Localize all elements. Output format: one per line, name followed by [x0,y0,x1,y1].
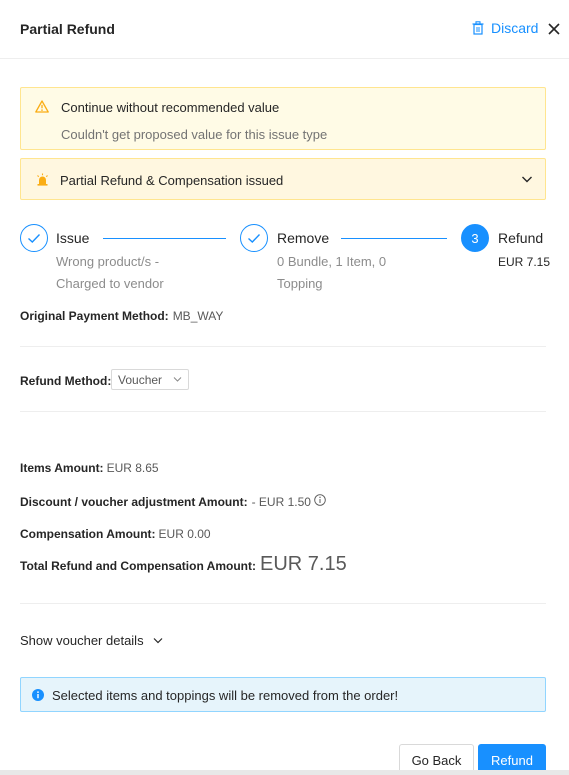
info-alert: Selected items and toppings will be remo… [20,677,546,712]
step-issue-desc: Wrong product/s - Charged to vendor [56,251,164,295]
items-amount-label: Items Amount: [20,461,104,475]
refund-method-select[interactable]: Voucher [111,369,189,390]
total-amount-row: Total Refund and Compensation Amount: EU… [20,553,347,576]
divider [20,603,546,604]
payment-method-label: Original Payment Method: [20,309,169,323]
chevron-down-icon [173,377,182,382]
refund-method-label: Refund Method: [20,374,112,388]
modal-title: Partial Refund [20,21,115,37]
check-icon [248,233,261,243]
discard-button[interactable]: Discard [472,20,538,36]
refund-method-selected: Voucher [118,372,163,387]
compensation-amount-label: Compensation Amount: [20,527,156,541]
items-amount-row: Items Amount: EUR 8.65 [20,461,159,475]
discount-amount-row: Discount / voucher adjustment Amount: - … [20,494,326,509]
step-remove-desc-line2: Topping [277,276,323,291]
warning-subtitle: Couldn't get proposed value for this iss… [61,127,328,142]
info-circle-icon [32,689,44,701]
step-issue-desc-line1: Wrong product/s - [56,254,160,269]
voucher-toggle-label: Show voucher details [20,633,144,648]
step-refund-number: 3 [461,224,489,252]
compensation-title: Partial Refund & Compensation issued [60,173,284,188]
compensation-issued-panel[interactable]: Partial Refund & Compensation issued [20,158,546,200]
show-voucher-details-toggle[interactable]: Show voucher details [20,633,163,648]
step-issue-check [20,224,48,252]
check-icon [28,233,41,243]
step-remove-check [240,224,268,252]
info-message: Selected items and toppings will be remo… [52,688,399,703]
step-remove-desc: 0 Bundle, 1 Item, 0 Topping [277,251,386,295]
items-amount-value: EUR 8.65 [106,461,159,475]
step-issue-desc-line2: Charged to vendor [56,276,164,291]
warning-icon [35,100,49,113]
refund-method-row: Refund Method: [20,374,111,388]
step-connector [103,238,226,239]
info-circle-icon[interactable] [314,494,326,506]
divider [20,411,546,412]
bottom-edge [0,770,569,775]
payment-method-value: MB_WAY [172,309,224,323]
payment-method-row: Original Payment Method: MB_WAY [20,309,223,323]
divider [20,346,546,347]
discount-amount-label: Discount / voucher adjustment Amount: [20,495,248,509]
chevron-down-icon [522,176,532,183]
warning-alert: Continue without recommended value Could… [20,87,546,150]
step-remove-desc-line1: 0 Bundle, 1 Item, 0 [277,254,387,269]
warning-title: Continue without recommended value [61,100,280,115]
total-amount-label: Total Refund and Compensation Amount: [20,559,256,573]
close-icon[interactable] [545,20,563,38]
step-refund-amount: EUR 7.15 [498,255,551,269]
step-connector [341,238,447,239]
modal-header: Partial Refund Discard [0,0,569,59]
compensation-amount-row: Compensation Amount: EUR 0.00 [20,527,211,541]
step-issue-title: Issue [56,230,90,246]
discount-amount-value: - EUR 1.50 [251,495,311,509]
compensation-amount-value: EUR 0.00 [158,527,211,541]
discard-label: Discard [491,20,539,36]
trash-icon [472,21,484,35]
step-refund-title: Refund [498,230,544,246]
chevron-down-icon [153,638,163,644]
alarm-light-icon [37,173,48,186]
step-remove-title: Remove [277,230,330,246]
total-amount-value: EUR 7.15 [259,553,347,575]
